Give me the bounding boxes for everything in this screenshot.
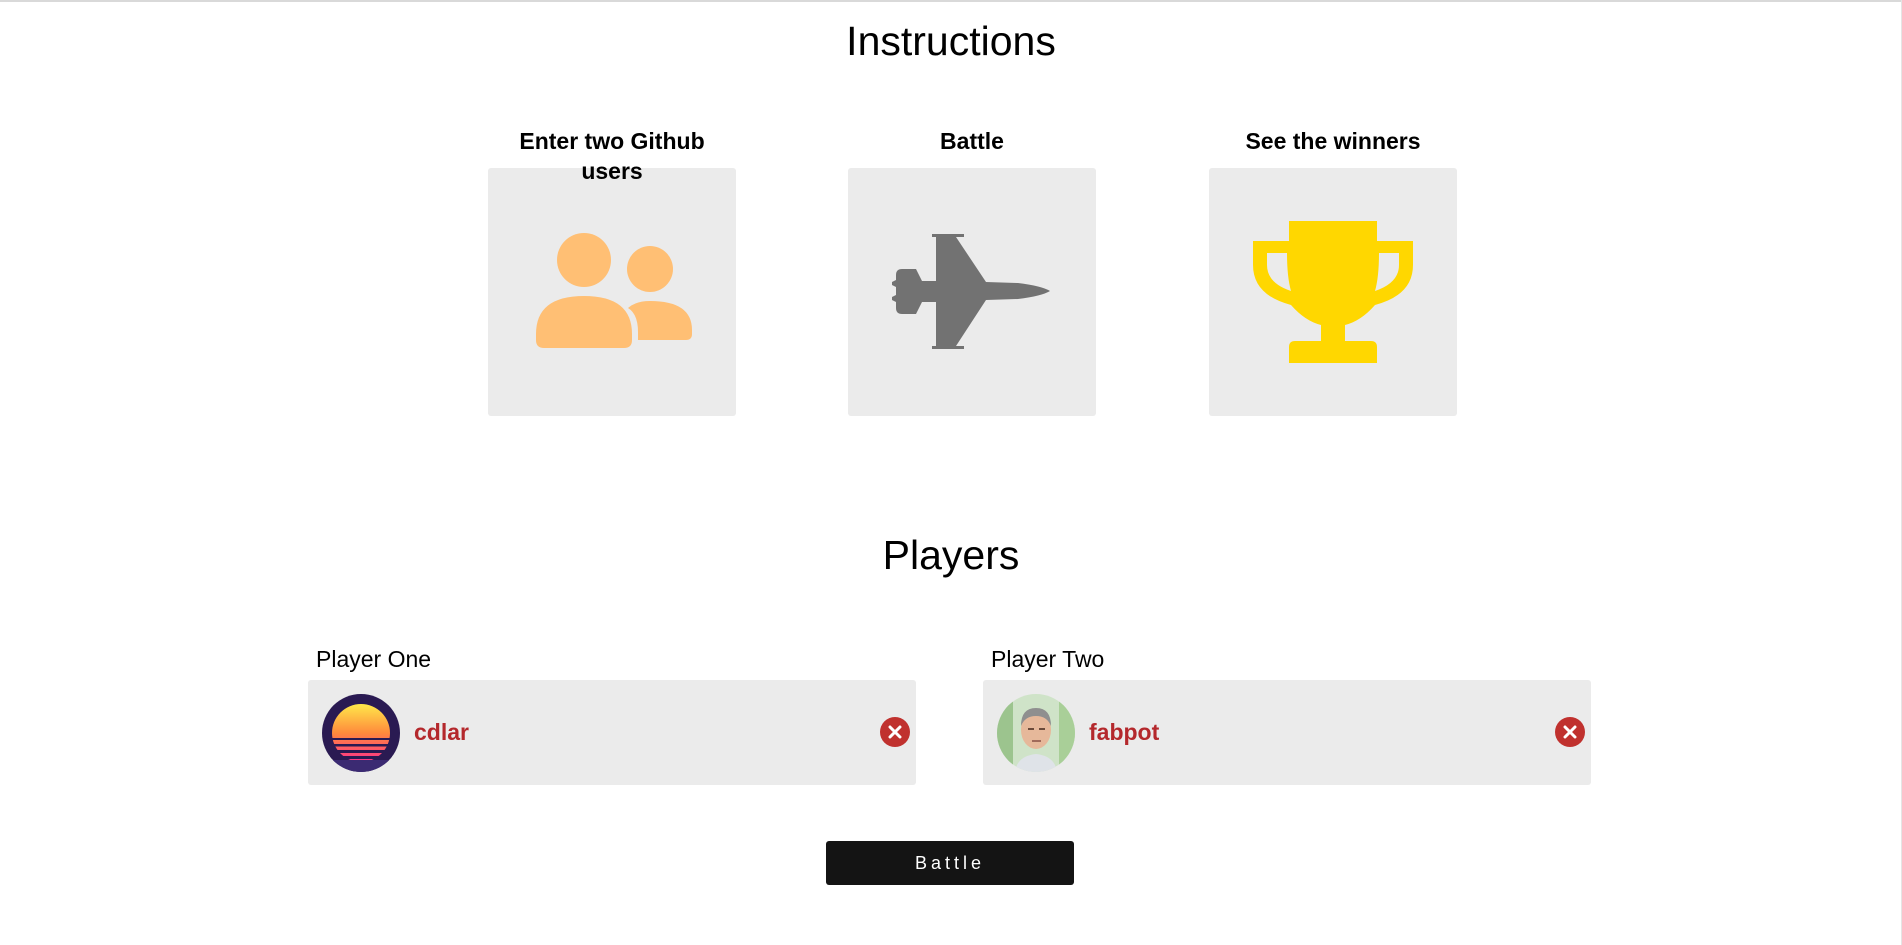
step-see-winners: See the winners — [1209, 126, 1457, 416]
users-icon — [536, 233, 692, 348]
avatar — [997, 693, 1075, 772]
battle-button[interactable]: Battle — [826, 841, 1074, 885]
step-card — [848, 168, 1096, 416]
close-icon — [1563, 725, 1577, 739]
instructions-title: Instructions — [846, 18, 1056, 64]
player-one-username-link[interactable]: cdlar — [414, 719, 469, 746]
player-two-username-link[interactable]: fabpot — [1089, 719, 1159, 746]
player-two-section: Player Two fabpot — [983, 644, 1591, 785]
close-icon — [888, 725, 902, 739]
step-label: Battle — [940, 128, 1004, 154]
players-title: Players — [882, 532, 1020, 578]
step-enter-users: Enter two Github users — [488, 126, 736, 416]
player-one-section: Player One cdlar — [308, 644, 916, 785]
page: Instructions Enter two Github users Batt… — [0, 0, 1902, 945]
step-card — [488, 168, 736, 416]
avatar — [322, 693, 400, 772]
player-two-card: fabpot — [983, 680, 1591, 785]
step-card — [1209, 168, 1457, 416]
remove-player-one-button[interactable] — [880, 717, 910, 747]
player-one-heading: Player One — [316, 646, 432, 672]
step-label: Enter two Github users — [519, 128, 705, 184]
player-one-card: cdlar — [308, 680, 916, 785]
step-label: See the winners — [1245, 128, 1421, 154]
remove-player-two-button[interactable] — [1555, 717, 1585, 747]
top-divider — [0, 0, 1902, 2]
step-battle: Battle — [848, 126, 1096, 416]
fighter-jet-icon — [892, 234, 1050, 349]
player-two-heading: Player Two — [991, 646, 1105, 672]
trophy-icon — [1253, 221, 1413, 363]
